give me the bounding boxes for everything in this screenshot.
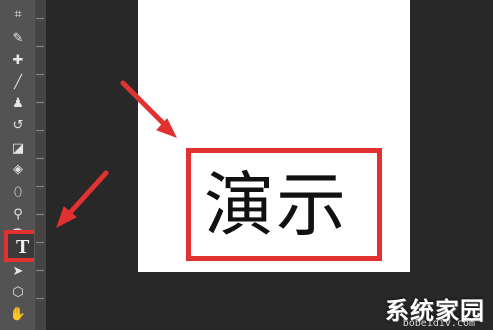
brush-icon[interactable]: ╱ bbox=[7, 73, 29, 93]
arrow-icon[interactable]: ➤ bbox=[7, 262, 29, 282]
eraser-icon[interactable]: ◪ bbox=[7, 139, 29, 159]
watermark-url: bobeidiv.com bbox=[402, 318, 475, 329]
bucket-icon[interactable]: ◈ bbox=[7, 160, 29, 180]
crop-icon[interactable]: ⌗ bbox=[7, 5, 29, 25]
type-icon: T bbox=[16, 236, 30, 258]
canvas-sample-text[interactable]: 演示 bbox=[204, 163, 364, 247]
hexagon-icon[interactable]: ⬡ bbox=[7, 283, 29, 303]
eyedropper-icon[interactable]: ✎ bbox=[7, 29, 29, 49]
stamp-icon[interactable]: ♟ bbox=[7, 94, 29, 114]
tools-panel: ⌗ ✎ ✚ ╱ ♟ ↺ ◪ ◈ ⬯ ⚲ ✒ ➤ ⬡ ✋ bbox=[0, 0, 35, 330]
history-brush-icon[interactable]: ↺ bbox=[7, 116, 29, 136]
hand-icon[interactable]: ✋ bbox=[7, 305, 29, 325]
bandage-icon[interactable]: ✚ bbox=[7, 51, 29, 71]
drop-icon[interactable]: ⬯ bbox=[7, 183, 29, 203]
